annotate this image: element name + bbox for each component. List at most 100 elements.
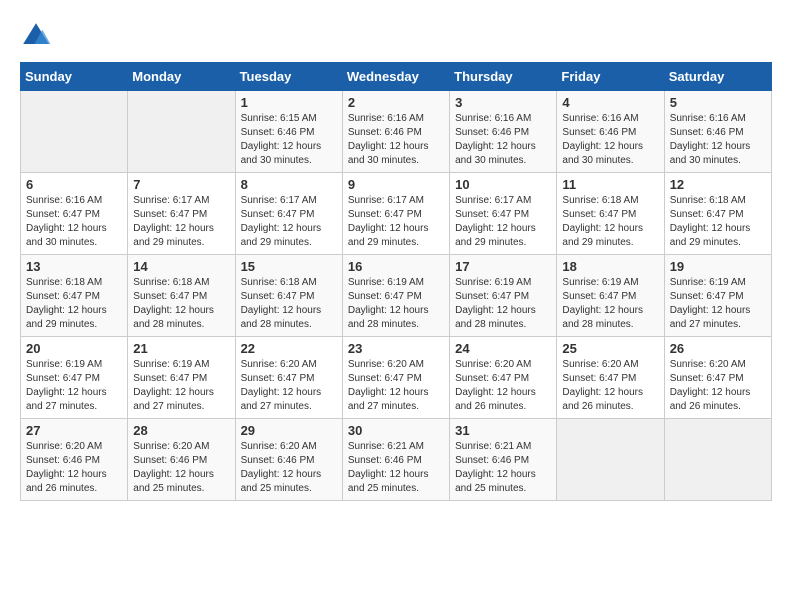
calendar-cell: 24 Sunrise: 6:20 AM Sunset: 6:47 PM Dayli…: [450, 337, 557, 419]
calendar-week-row: 27 Sunrise: 6:20 AM Sunset: 6:46 PM Dayli…: [21, 419, 772, 501]
day-info: Sunrise: 6:18 AM Sunset: 6:47 PM Dayligh…: [562, 194, 658, 250]
day-info: Sunrise: 6:17 AM Sunset: 6:47 PM Dayligh…: [348, 194, 444, 250]
day-info: Sunrise: 6:16 AM Sunset: 6:46 PM Dayligh…: [562, 112, 658, 168]
calendar-cell: [21, 91, 128, 173]
logo: [20, 20, 56, 52]
day-info: Sunrise: 6:17 AM Sunset: 6:47 PM Dayligh…: [241, 194, 337, 250]
day-info: Sunrise: 6:21 AM Sunset: 6:46 PM Dayligh…: [455, 440, 551, 496]
calendar-cell: 21 Sunrise: 6:19 AM Sunset: 6:47 PM Dayli…: [128, 337, 235, 419]
day-info: Sunrise: 6:16 AM Sunset: 6:46 PM Dayligh…: [455, 112, 551, 168]
day-info: Sunrise: 6:19 AM Sunset: 6:47 PM Dayligh…: [133, 358, 229, 414]
calendar-cell: 26 Sunrise: 6:20 AM Sunset: 6:47 PM Dayli…: [664, 337, 771, 419]
calendar-cell: 20Sunrise: 6:19 AM Sunset: 6:47 PM Dayli…: [21, 337, 128, 419]
page-header: [20, 20, 772, 52]
day-info: Sunrise: 6:20 AM Sunset: 6:47 PM Dayligh…: [670, 358, 766, 414]
day-number: 26: [670, 341, 766, 356]
calendar-cell: 17 Sunrise: 6:19 AM Sunset: 6:47 PM Dayli…: [450, 255, 557, 337]
day-info: Sunrise: 6:20 AM Sunset: 6:46 PM Dayligh…: [241, 440, 337, 496]
day-number: 15: [241, 259, 337, 274]
day-info: Sunrise: 6:21 AM Sunset: 6:46 PM Dayligh…: [348, 440, 444, 496]
calendar-cell: 3Sunrise: 6:16 AM Sunset: 6:46 PM Daylig…: [450, 91, 557, 173]
calendar-cell: 4 Sunrise: 6:16 AM Sunset: 6:46 PM Daylig…: [557, 91, 664, 173]
calendar-cell: 7Sunrise: 6:17 AM Sunset: 6:47 PM Daylig…: [128, 173, 235, 255]
day-info: Sunrise: 6:20 AM Sunset: 6:47 PM Dayligh…: [348, 358, 444, 414]
day-info: Sunrise: 6:20 AM Sunset: 6:47 PM Dayligh…: [241, 358, 337, 414]
day-number: 28: [133, 423, 229, 438]
day-number: 24: [455, 341, 551, 356]
day-number: 5: [670, 95, 766, 110]
day-info: Sunrise: 6:19 AM Sunset: 6:47 PM Dayligh…: [348, 276, 444, 332]
day-number: 17: [455, 259, 551, 274]
calendar-table: SundayMondayTuesdayWednesdayThursdayFrid…: [20, 62, 772, 501]
day-info: Sunrise: 6:18 AM Sunset: 6:47 PM Dayligh…: [670, 194, 766, 250]
day-number: 11: [562, 177, 658, 192]
day-info: Sunrise: 6:20 AM Sunset: 6:47 PM Dayligh…: [562, 358, 658, 414]
day-number: 19: [670, 259, 766, 274]
calendar-cell: 6Sunrise: 6:16 AM Sunset: 6:47 PM Daylig…: [21, 173, 128, 255]
day-info: Sunrise: 6:18 AM Sunset: 6:47 PM Dayligh…: [26, 276, 122, 332]
day-info: Sunrise: 6:19 AM Sunset: 6:47 PM Dayligh…: [562, 276, 658, 332]
calendar-cell: 16 Sunrise: 6:19 AM Sunset: 6:47 PM Dayli…: [342, 255, 449, 337]
day-number: 29: [241, 423, 337, 438]
day-number: 16: [348, 259, 444, 274]
col-header-friday: Friday: [557, 63, 664, 91]
calendar-cell: [128, 91, 235, 173]
day-number: 21: [133, 341, 229, 356]
calendar-cell: 31 Sunrise: 6:21 AM Sunset: 6:46 PM Dayli…: [450, 419, 557, 501]
col-header-monday: Monday: [128, 63, 235, 91]
calendar-header-row: SundayMondayTuesdayWednesdayThursdayFrid…: [21, 63, 772, 91]
col-header-thursday: Thursday: [450, 63, 557, 91]
day-number: 23: [348, 341, 444, 356]
calendar-cell: 8 Sunrise: 6:17 AM Sunset: 6:47 PM Daylig…: [235, 173, 342, 255]
calendar-cell: 19 Sunrise: 6:19 AM Sunset: 6:47 PM Dayli…: [664, 255, 771, 337]
day-number: 14: [133, 259, 229, 274]
logo-icon: [20, 20, 52, 52]
calendar-cell: 10Sunrise: 6:17 AM Sunset: 6:47 PM Dayli…: [450, 173, 557, 255]
day-number: 1: [241, 95, 337, 110]
calendar-cell: 11 Sunrise: 6:18 AM Sunset: 6:47 PM Dayli…: [557, 173, 664, 255]
calendar-cell: 1 Sunrise: 6:15 AM Sunset: 6:46 PM Daylig…: [235, 91, 342, 173]
day-info: Sunrise: 6:16 AM Sunset: 6:46 PM Dayligh…: [670, 112, 766, 168]
day-number: 13: [26, 259, 122, 274]
calendar-week-row: 13 Sunrise: 6:18 AM Sunset: 6:47 PM Dayli…: [21, 255, 772, 337]
calendar-cell: 27Sunrise: 6:20 AM Sunset: 6:46 PM Dayli…: [21, 419, 128, 501]
day-info: Sunrise: 6:17 AM Sunset: 6:47 PM Dayligh…: [133, 194, 229, 250]
calendar-cell: 5 Sunrise: 6:16 AM Sunset: 6:46 PM Daylig…: [664, 91, 771, 173]
calendar-week-row: 20Sunrise: 6:19 AM Sunset: 6:47 PM Dayli…: [21, 337, 772, 419]
day-info: Sunrise: 6:19 AM Sunset: 6:47 PM Dayligh…: [26, 358, 122, 414]
day-number: 6: [26, 177, 122, 192]
day-info: Sunrise: 6:17 AM Sunset: 6:47 PM Dayligh…: [455, 194, 551, 250]
calendar-cell: 30 Sunrise: 6:21 AM Sunset: 6:46 PM Dayli…: [342, 419, 449, 501]
calendar-cell: 29 Sunrise: 6:20 AM Sunset: 6:46 PM Dayli…: [235, 419, 342, 501]
day-info: Sunrise: 6:18 AM Sunset: 6:47 PM Dayligh…: [133, 276, 229, 332]
col-header-saturday: Saturday: [664, 63, 771, 91]
day-number: 2: [348, 95, 444, 110]
day-info: Sunrise: 6:15 AM Sunset: 6:46 PM Dayligh…: [241, 112, 337, 168]
calendar-cell: 14 Sunrise: 6:18 AM Sunset: 6:47 PM Dayli…: [128, 255, 235, 337]
day-number: 27: [26, 423, 122, 438]
calendar-cell: 28Sunrise: 6:20 AM Sunset: 6:46 PM Dayli…: [128, 419, 235, 501]
calendar-cell: 12 Sunrise: 6:18 AM Sunset: 6:47 PM Dayli…: [664, 173, 771, 255]
day-info: Sunrise: 6:19 AM Sunset: 6:47 PM Dayligh…: [455, 276, 551, 332]
calendar-cell: 2 Sunrise: 6:16 AM Sunset: 6:46 PM Daylig…: [342, 91, 449, 173]
day-number: 18: [562, 259, 658, 274]
day-info: Sunrise: 6:16 AM Sunset: 6:46 PM Dayligh…: [348, 112, 444, 168]
calendar-cell: 18 Sunrise: 6:19 AM Sunset: 6:47 PM Dayli…: [557, 255, 664, 337]
calendar-week-row: 1 Sunrise: 6:15 AM Sunset: 6:46 PM Daylig…: [21, 91, 772, 173]
day-info: Sunrise: 6:19 AM Sunset: 6:47 PM Dayligh…: [670, 276, 766, 332]
day-number: 9: [348, 177, 444, 192]
calendar-cell: [557, 419, 664, 501]
day-number: 30: [348, 423, 444, 438]
calendar-cell: 13 Sunrise: 6:18 AM Sunset: 6:47 PM Dayli…: [21, 255, 128, 337]
calendar-cell: [664, 419, 771, 501]
day-number: 31: [455, 423, 551, 438]
day-number: 22: [241, 341, 337, 356]
day-info: Sunrise: 6:20 AM Sunset: 6:47 PM Dayligh…: [455, 358, 551, 414]
col-header-wednesday: Wednesday: [342, 63, 449, 91]
day-number: 8: [241, 177, 337, 192]
col-header-tuesday: Tuesday: [235, 63, 342, 91]
day-info: Sunrise: 6:18 AM Sunset: 6:47 PM Dayligh…: [241, 276, 337, 332]
day-number: 4: [562, 95, 658, 110]
day-number: 12: [670, 177, 766, 192]
day-number: 25: [562, 341, 658, 356]
